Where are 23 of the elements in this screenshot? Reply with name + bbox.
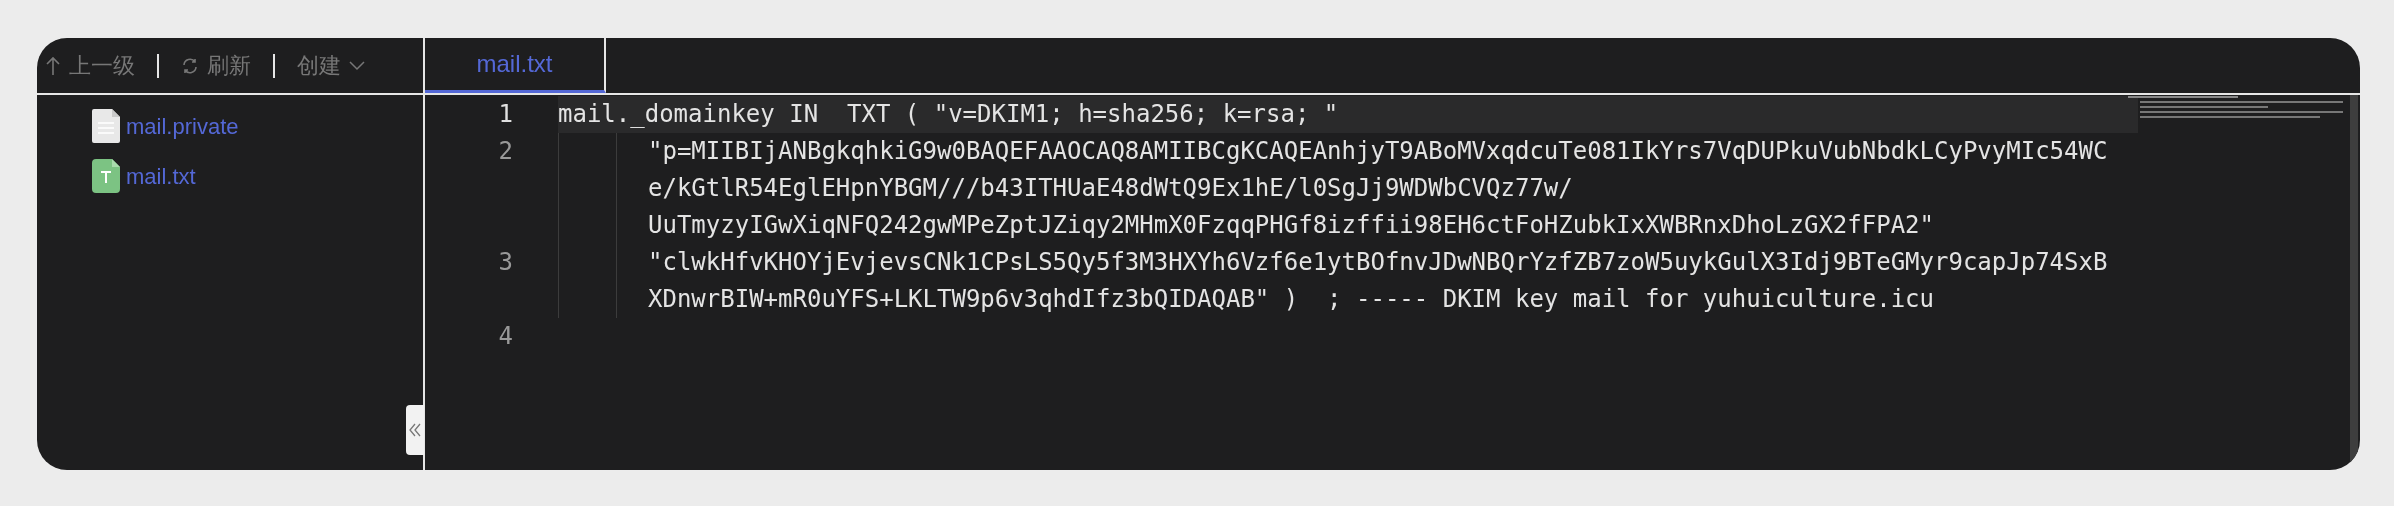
code-line: mail._domainkey IN TXT ( "v=DKIM1; h=sha256; k=rsa; " [558, 99, 1339, 130]
code-line: "clwkHfvKHOYjEvjevsCNk1CPsLS5Qy5f3M3HXYh6Vzf6e1ytBOfnvJDwNBQrYzfZB7zoW5uykGulX3Idj9BTeGMyr9capJp74SxB [648, 247, 2108, 278]
arrow-up-icon [45, 55, 61, 76]
line-number: 1 [497, 99, 513, 130]
toolbar-button[interactable]: 上一级 [45, 49, 135, 82]
toolbar-button[interactable]: 刷新 [181, 49, 251, 82]
file-item[interactable]: mail.private [92, 109, 423, 143]
collapse-sidebar-button[interactable] [406, 405, 424, 455]
code-line: "p=MIIBIjANBgkqhkiG9w0BAQEFAAOCAQ8AMIIBCgKCAQEAnhjyT9ABoMVxqdcuTe081IkYrs7VqDUPkuVubNbdkLCyPvyMIc54WC [648, 136, 2108, 167]
refresh-icon [181, 56, 199, 75]
file-icon [92, 109, 120, 143]
toolbar-button[interactable]: 创建 [297, 49, 365, 82]
chevrons-left-icon [409, 423, 421, 437]
text-file-icon [92, 159, 120, 193]
file-item[interactable]: mail.txt [92, 159, 423, 193]
code-line: UuTmyzyIGwXiqNFQ242gwMPeZptJZiqy2MHmX0FzqqPHGf8izffii98EH6ctFoHZubkIxXWBRnxDhoLzGX2fFPA2" [648, 210, 1934, 241]
line-number: 3 [497, 247, 513, 278]
code-line: e/kGtlR54EglEHpnYBGM///b43ITHUaE48dWtQ9Ex1hE/l0SgJj9WDWbCVQz77w/ [648, 173, 1573, 204]
line-number: 4 [497, 321, 513, 352]
code-line: XDnwrBIW+mR0uYFS+LKLTW9p6v3qhdIfz3bQIDAQAB" ) ; ----- DKIM key mail for yuhuiculture.icu [648, 284, 1934, 315]
chevron-down-icon [349, 60, 365, 71]
line-number: 2 [497, 136, 513, 167]
editor-tab[interactable]: mail.txt [425, 38, 606, 93]
